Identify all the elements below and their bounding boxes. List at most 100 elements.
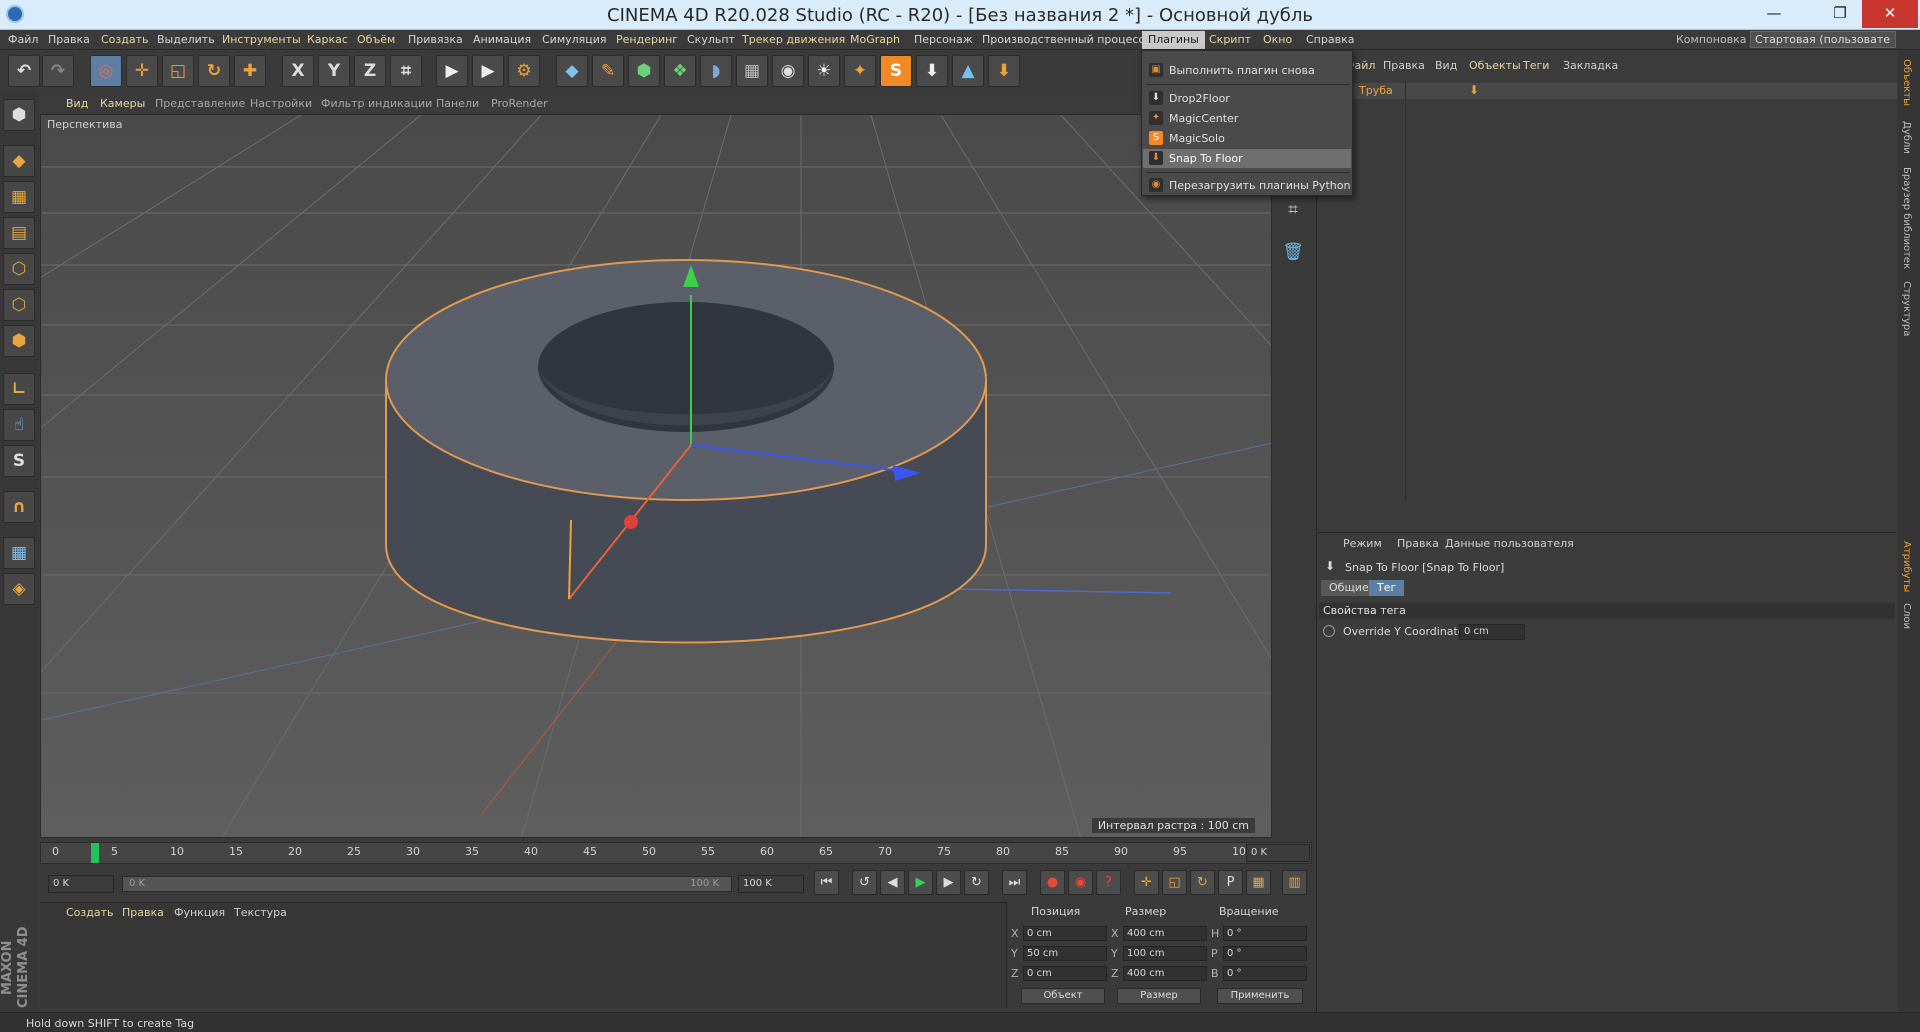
z-axis-lock-icon[interactable]: Z <box>354 55 386 87</box>
camera-icon[interactable]: ◉ <box>772 55 804 87</box>
attr-menu-userdata[interactable]: Данные пользователя <box>1445 537 1574 550</box>
timeline-range-slider[interactable]: 0 K 100 K <box>122 876 732 892</box>
menu-render[interactable]: Рендеринг <box>616 33 678 46</box>
keyframe-selection-icon[interactable]: ? <box>1096 870 1121 895</box>
snapping-magnet-icon[interactable]: ∩ <box>3 491 35 523</box>
menu-item-drop2floor[interactable]: ⬇ Drop2Floor <box>1143 89 1351 108</box>
material-menu-edit[interactable]: Правка <box>122 906 164 919</box>
object-menu-objects[interactable]: Объекты <box>1469 59 1521 72</box>
tab-objects[interactable]: Объекты <box>1901 59 1912 106</box>
magiccenter-tool-icon[interactable]: ▲ <box>952 55 984 87</box>
autokey-icon[interactable]: ◉ <box>1068 870 1093 895</box>
object-menu-edit[interactable]: Правка <box>1383 59 1425 72</box>
viewport-menu-panel[interactable]: Панели <box>436 97 479 110</box>
timeline-window-icon[interactable]: ▥ <box>1282 870 1307 895</box>
subdivision-surface-icon[interactable]: ⬢ <box>628 55 660 87</box>
layout-icon[interactable]: ⌗ <box>1280 200 1306 226</box>
model-mode-icon[interactable]: ◆ <box>3 145 35 177</box>
light-icon[interactable]: ☀ <box>808 55 840 87</box>
coordinate-mode-select[interactable]: Объект <box>1021 988 1105 1004</box>
menu-simulation[interactable]: Симуляция <box>542 33 607 46</box>
rot-p-field[interactable]: 0 ° <box>1223 946 1307 961</box>
cube-primitive-icon[interactable]: ◆ <box>556 55 588 87</box>
record-active-icon[interactable]: ● <box>1040 870 1065 895</box>
edges-mode-icon[interactable]: ⬡ <box>3 289 35 321</box>
next-frame-icon[interactable]: ▶ <box>936 870 961 895</box>
viewport-menu-filter[interactable]: Фильтр индикации <box>321 97 432 110</box>
material-menu-function[interactable]: Функция <box>174 906 225 919</box>
menu-plugins[interactable]: Плагины <box>1142 31 1205 49</box>
size-x-field[interactable]: 400 cm <box>1123 926 1207 941</box>
live-selection-icon[interactable]: ◎ <box>90 55 122 87</box>
redo-icon[interactable]: ↷ <box>42 55 74 87</box>
key-parameter-icon[interactable]: P <box>1218 870 1243 895</box>
goto-next-key-icon[interactable]: ↻ <box>964 870 989 895</box>
key-rotation-icon[interactable]: ↻ <box>1190 870 1215 895</box>
rotate-icon[interactable]: ↻ <box>198 55 230 87</box>
pos-y-field[interactable]: 50 cm <box>1023 946 1107 961</box>
axis-mode-icon[interactable]: ∟ <box>3 373 35 405</box>
menu-character[interactable]: Персонаж <box>914 33 973 46</box>
size-mode-select[interactable]: Размер <box>1117 988 1201 1004</box>
points-mode-icon[interactable]: ⬡ <box>3 253 35 285</box>
layout-select[interactable]: Стартовая (пользовате <box>1750 31 1896 48</box>
menu-create[interactable]: Создать <box>101 33 149 46</box>
pos-z-field[interactable]: 0 cm <box>1023 966 1107 981</box>
object-name[interactable]: Труба <box>1359 84 1393 97</box>
render-view-icon[interactable]: ▶ <box>436 55 468 87</box>
goto-start-icon[interactable]: ⏮ <box>814 870 839 895</box>
menu-mograph[interactable]: MoGraph <box>850 33 900 46</box>
goto-previous-key-icon[interactable]: ↺ <box>852 870 877 895</box>
apply-button[interactable]: Применить <box>1217 988 1303 1004</box>
workplane-lock-icon[interactable]: ▦ <box>3 537 35 569</box>
end-frame-field[interactable]: 100 K <box>738 875 804 893</box>
attr-menu-mode[interactable]: Режим <box>1343 537 1382 550</box>
key-pla-icon[interactable]: ▦ <box>1246 870 1271 895</box>
polygons-mode-icon[interactable]: ⬢ <box>3 325 35 357</box>
deformer-icon[interactable]: ◗ <box>700 55 732 87</box>
current-frame-field[interactable]: 0 K <box>1246 844 1310 862</box>
material-menu-create[interactable]: Создать <box>66 906 114 919</box>
menu-sculpt[interactable]: Скульпт <box>687 33 735 46</box>
size-y-field[interactable]: 100 cm <box>1123 946 1207 961</box>
close-button[interactable]: ✕ <box>1862 0 1918 28</box>
floor-icon[interactable]: ▦ <box>736 55 768 87</box>
animate-radio-icon[interactable] <box>1323 625 1335 637</box>
perspective-viewport[interactable]: Перспектива Интервал растра : 100 cm <box>40 114 1272 838</box>
menu-snap[interactable]: Привязка <box>408 33 463 46</box>
tweak-mode-icon[interactable]: ☝ <box>3 409 35 441</box>
start-frame-field[interactable]: 0 K <box>48 875 114 893</box>
menu-edit[interactable]: Правка <box>48 33 90 46</box>
render-settings-icon[interactable]: ⚙ <box>508 55 540 87</box>
menu-animation[interactable]: Анимация <box>473 33 531 46</box>
menu-item-snap-to-floor[interactable]: ⬇ Snap To Floor <box>1143 149 1351 168</box>
maximize-button[interactable]: ❐ <box>1818 0 1862 28</box>
tab-structure[interactable]: Структура <box>1901 281 1912 336</box>
key-scale-icon[interactable]: ◱ <box>1162 870 1187 895</box>
y-axis-lock-icon[interactable]: Y <box>318 55 350 87</box>
menu-volume[interactable]: Объём <box>357 33 395 46</box>
menu-item-magiccenter[interactable]: ✦ MagicCenter <box>1143 109 1351 128</box>
workplane-mode-icon[interactable]: ▤ <box>3 217 35 249</box>
material-menu-texture[interactable]: Текстура <box>234 906 287 919</box>
undo-icon[interactable]: ↶ <box>8 55 40 87</box>
object-menu-bookmarks[interactable]: Закладка <box>1563 59 1618 72</box>
menu-mesh[interactable]: Каркас <box>307 33 348 46</box>
attr-menu-edit[interactable]: Правка <box>1397 537 1439 550</box>
trash-icon[interactable]: 🗑 <box>1280 242 1306 268</box>
menu-item-reload-python[interactable]: ◉ Перезагрузить плагины Python <box>1143 176 1351 195</box>
tab-takes[interactable]: Дубли <box>1901 121 1912 154</box>
render-picture-viewer-icon[interactable]: ▶ <box>472 55 504 87</box>
viewport-menu-options[interactable]: Настройки <box>250 97 312 110</box>
rot-b-field[interactable]: 0 ° <box>1223 966 1307 981</box>
menu-help[interactable]: Справка <box>1306 33 1354 46</box>
play-icon[interactable]: ▶ <box>908 870 933 895</box>
menu-item-magicsolo[interactable]: S MagicSolo <box>1143 129 1351 148</box>
object-menu-tags[interactable]: Теги <box>1523 59 1549 72</box>
menu-select[interactable]: Выделить <box>157 33 215 46</box>
menu-file[interactable]: Файл <box>8 33 38 46</box>
planar-workplane-icon[interactable]: ◈ <box>3 573 35 605</box>
viewport-menu-prorender[interactable]: ProRender <box>491 97 548 110</box>
tab-attributes[interactable]: Атрибуты <box>1901 541 1912 592</box>
timeline-playhead[interactable] <box>91 843 99 863</box>
